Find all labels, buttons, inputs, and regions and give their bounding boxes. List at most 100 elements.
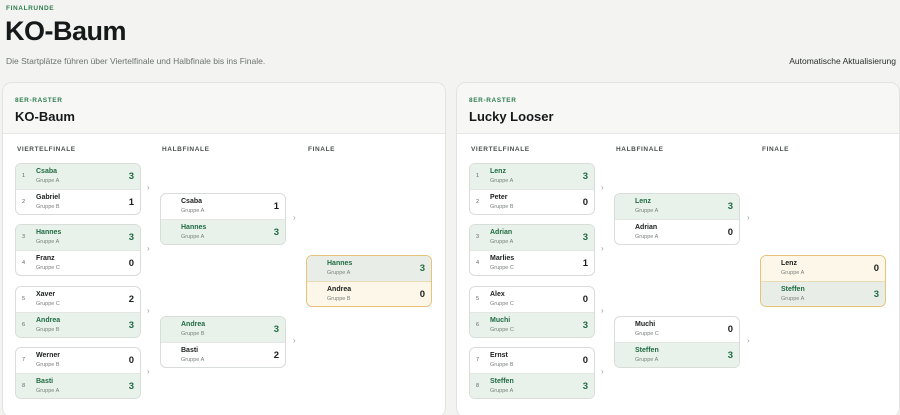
semifinal-match[interactable]: Lenz Gruppe A 3 Adrian Gruppe A 0 — [614, 193, 740, 245]
player-row: 1 Lenz Gruppe A 3 — [470, 164, 594, 189]
player-score: 0 — [727, 324, 733, 335]
chevron-right-icon: › — [147, 367, 150, 376]
player-row: Adrian Gruppe A 0 — [615, 220, 739, 244]
seed-number: 4 — [476, 260, 480, 266]
player-name: Steffen — [490, 378, 514, 385]
player-name: Franz — [36, 255, 55, 262]
player-name: Basti — [36, 378, 54, 385]
round-label-semifinal: HALBFINALE — [162, 146, 210, 153]
player-score: 2 — [128, 294, 134, 305]
player-row: Basti Gruppe A 2 — [161, 343, 285, 367]
player-score: 3 — [128, 381, 134, 392]
player-score: 3 — [419, 263, 425, 274]
player-name: Hannes — [36, 229, 62, 236]
player-group: Gruppe A — [490, 239, 514, 245]
player-name: Hannes — [327, 260, 353, 267]
semifinal-match[interactable]: Muchi Gruppe C 0 Steffen Gruppe A 3 — [614, 316, 740, 368]
round-label-semifinal: HALBFINALE — [616, 146, 664, 153]
player-group: Gruppe C — [36, 265, 60, 271]
player-name: Steffen — [635, 347, 659, 354]
player-score: 0 — [582, 294, 588, 305]
player-group: Gruppe A — [36, 239, 60, 245]
player-score: 3 — [727, 201, 733, 212]
chevron-right-icon: › — [293, 213, 296, 222]
quarterfinal-match[interactable]: 3 Adrian Gruppe A 3 4 Marlies Gruppe C 1 — [469, 224, 595, 276]
player-group: Gruppe A — [181, 357, 205, 363]
player-row: Steffen Gruppe A 3 — [761, 282, 885, 306]
player-score: 0 — [128, 355, 134, 366]
player-name: Andrea — [36, 317, 61, 324]
chevron-right-icon: › — [747, 213, 750, 222]
player-group: Gruppe A — [490, 178, 514, 184]
player-score: 0 — [582, 355, 588, 366]
seed-number: 5 — [476, 296, 480, 302]
player-score: 0 — [727, 227, 733, 238]
player-name: Steffen — [781, 286, 805, 293]
chevron-right-icon: › — [147, 244, 150, 253]
quarterfinal-match[interactable]: 1 Csaba Gruppe A 3 2 Gabriel Gruppe B 1 — [15, 163, 141, 215]
player-group: Gruppe A — [327, 270, 351, 276]
round-label-quarterfinal: VIERTELFINALE — [471, 146, 530, 153]
player-row: Andrea Gruppe B 3 — [161, 317, 285, 342]
player-score: 3 — [582, 232, 588, 243]
quarterfinal-match[interactable]: 7 Ernst Gruppe B 0 8 Steffen Gruppe A 3 — [469, 347, 595, 399]
chevron-right-icon: › — [747, 336, 750, 345]
quarterfinal-match[interactable]: 5 Alex Gruppe C 0 6 Muchi Gruppe C 3 — [469, 286, 595, 338]
player-group: Gruppe B — [36, 327, 60, 333]
chevron-right-icon: › — [293, 336, 296, 345]
player-group: Gruppe C — [490, 301, 514, 307]
player-group: Gruppe B — [327, 296, 351, 302]
semifinal-match[interactable]: Csaba Gruppe A 1 Hannes Gruppe A 3 — [160, 193, 286, 245]
player-group: Gruppe A — [781, 296, 805, 302]
quarterfinal-match[interactable]: 7 Werner Gruppe B 0 8 Basti Gruppe A 3 — [15, 347, 141, 399]
player-group: Gruppe A — [635, 357, 659, 363]
panel-eyebrow: 8ER-RASTER — [15, 97, 63, 104]
player-score: 1 — [273, 201, 279, 212]
player-name: Muchi — [490, 317, 511, 324]
quarterfinal-match[interactable]: 5 Xaver Gruppe C 2 6 Andrea Gruppe B 3 — [15, 286, 141, 338]
chevron-right-icon: › — [601, 306, 604, 315]
player-score: 3 — [727, 350, 733, 361]
player-score: 0 — [582, 197, 588, 208]
page-title: KO-Baum — [5, 16, 127, 46]
player-row: 3 Adrian Gruppe A 3 — [470, 225, 594, 250]
player-score: 3 — [128, 320, 134, 331]
player-group: Gruppe B — [36, 204, 60, 210]
panel-title: Lucky Looser — [469, 109, 554, 124]
quarterfinal-match[interactable]: 3 Hannes Gruppe A 3 4 Franz Gruppe C 0 — [15, 224, 141, 276]
seed-number: 2 — [22, 199, 26, 205]
player-score: 3 — [582, 381, 588, 392]
final-match[interactable]: Hannes Gruppe A 3 Andrea Gruppe B 0 — [306, 255, 432, 307]
seed-number: 4 — [22, 260, 26, 266]
panel-header: 8ER-RASTER KO-Baum — [3, 83, 445, 134]
bracket-panel: 8ER-RASTER KO-Baum VIERTELFINALE HALBFIN… — [2, 82, 446, 415]
player-score: 3 — [582, 171, 588, 182]
player-row: 1 Csaba Gruppe A 3 — [16, 164, 140, 189]
player-group: Gruppe A — [36, 388, 60, 394]
player-name: Xaver — [36, 291, 56, 298]
round-label-final: FINALE — [762, 146, 790, 153]
player-name: Andrea — [181, 321, 206, 328]
player-row: 4 Marlies Gruppe C 1 — [470, 251, 594, 275]
player-row: 4 Franz Gruppe C 0 — [16, 251, 140, 275]
player-row: 7 Ernst Gruppe B 0 — [470, 348, 594, 373]
quarterfinal-match[interactable]: 1 Lenz Gruppe A 3 2 Peter Gruppe B 0 — [469, 163, 595, 215]
player-group: Gruppe B — [36, 362, 60, 368]
panel-title: KO-Baum — [15, 109, 75, 124]
player-name: Csaba — [36, 168, 58, 175]
player-group: Gruppe A — [781, 270, 805, 276]
player-score: 3 — [128, 232, 134, 243]
seed-number: 1 — [22, 173, 26, 179]
semifinal-match[interactable]: Andrea Gruppe B 3 Basti Gruppe A 2 — [160, 316, 286, 368]
player-row: 6 Andrea Gruppe B 3 — [16, 313, 140, 337]
panel-eyebrow: 8ER-RASTER — [469, 97, 517, 104]
player-row: 8 Steffen Gruppe A 3 — [470, 374, 594, 398]
chevron-right-icon: › — [147, 183, 150, 192]
player-row: 5 Alex Gruppe C 0 — [470, 287, 594, 312]
final-match[interactable]: Lenz Gruppe A 0 Steffen Gruppe A 3 — [760, 255, 886, 307]
player-name: Adrian — [635, 224, 658, 231]
player-name: Marlies — [490, 255, 515, 262]
player-name: Andrea — [327, 286, 352, 293]
player-row: Muchi Gruppe C 0 — [615, 317, 739, 342]
auto-refresh-toggle[interactable]: Automatische Aktualisierung — [789, 56, 896, 66]
